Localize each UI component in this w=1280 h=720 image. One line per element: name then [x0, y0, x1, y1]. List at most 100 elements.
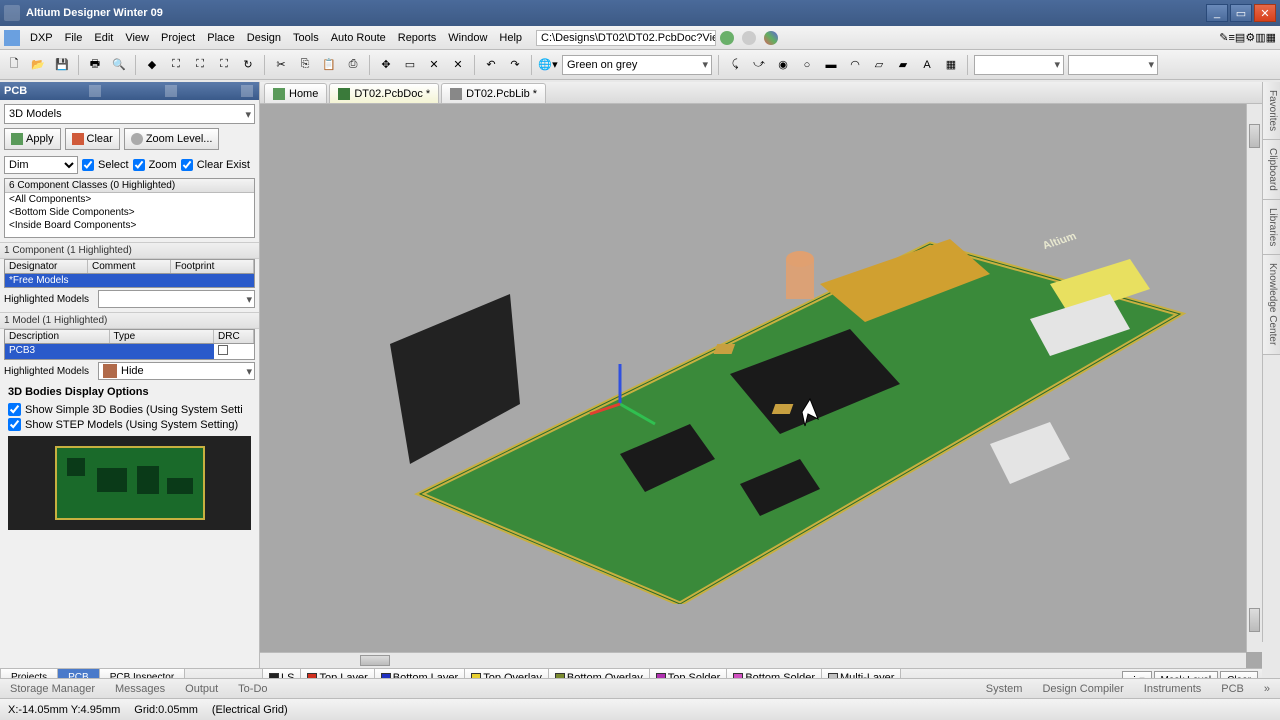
zoomfit-icon[interactable]: ⛶ — [166, 55, 186, 75]
status-output[interactable]: Output — [175, 681, 228, 697]
size-combo[interactable] — [1068, 55, 1158, 75]
dim-select[interactable]: Dim — [4, 156, 78, 174]
browse-icon[interactable]: 🌐▾ — [538, 55, 558, 75]
chevron-icon[interactable]: » — [1254, 681, 1280, 697]
tab-pcblib[interactable]: DT02.PcbLib * — [441, 83, 546, 103]
menu-instruments[interactable]: Instruments — [1134, 681, 1211, 697]
tool-r5-icon[interactable]: ▥ — [1255, 31, 1265, 44]
clear-button[interactable]: Clear — [65, 128, 120, 150]
scroll-thumb[interactable] — [360, 655, 390, 666]
classes-listbox[interactable]: 6 Component Classes (0 Highlighted) <All… — [4, 178, 255, 238]
panel-mode-combo[interactable]: 3D Models — [4, 104, 255, 124]
open-icon[interactable]: 📂 — [28, 55, 48, 75]
text-icon[interactable]: A — [917, 55, 937, 75]
vtab-knowledge[interactable]: Knowledge Center — [1263, 255, 1280, 354]
highlighted-models-combo[interactable] — [98, 290, 255, 308]
board-preview[interactable] — [8, 436, 251, 530]
refresh-icon[interactable]: ↻ — [238, 55, 258, 75]
tool-r6-icon[interactable]: ▦ — [1266, 31, 1276, 44]
vtab-clipboard[interactable]: Clipboard — [1263, 140, 1280, 200]
menu-reports[interactable]: Reports — [392, 30, 443, 46]
pad-icon[interactable]: ○ — [797, 55, 817, 75]
panel-pin-icon[interactable] — [165, 85, 177, 97]
simple3d-check[interactable] — [8, 403, 21, 416]
undo-icon[interactable]: ↶ — [481, 55, 501, 75]
panel-close-icon[interactable] — [241, 85, 253, 97]
cut-icon[interactable]: ✂ — [271, 55, 291, 75]
route2-icon[interactable]: ⤻ — [749, 55, 769, 75]
zoom-check[interactable] — [133, 159, 145, 171]
copy-icon[interactable]: ⎘ — [295, 55, 315, 75]
menu-system[interactable]: System — [976, 681, 1033, 697]
col-designator[interactable]: Designator — [5, 260, 88, 273]
print-icon[interactable]: 🖶 — [85, 55, 105, 75]
components-table-row[interactable]: *Free Models — [4, 274, 255, 288]
menu-window[interactable]: Window — [442, 30, 493, 46]
scroll-thumb[interactable] — [1249, 124, 1260, 148]
doc-path-field[interactable]: C:\Designs\DT02\DT02.PcbDoc?ViewN — [536, 30, 716, 46]
nav-fwd-icon[interactable] — [742, 31, 756, 45]
menu-autoroute[interactable]: Auto Route — [325, 30, 392, 46]
status-todo[interactable]: To-Do — [228, 681, 277, 697]
horizontal-scrollbar[interactable] — [260, 652, 1246, 668]
nav-home-icon[interactable] — [764, 31, 778, 45]
via-icon[interactable]: ◉ — [773, 55, 793, 75]
col-type[interactable]: Type — [110, 330, 215, 343]
select-check[interactable] — [82, 159, 94, 171]
models-table-row[interactable]: PCB3 — [4, 344, 255, 360]
class-item[interactable]: <All Components> — [5, 193, 254, 206]
fill-icon[interactable]: ▬ — [821, 55, 841, 75]
class-item[interactable]: <Inside Board Components> — [5, 219, 254, 232]
maximize-button[interactable]: ▭ — [1230, 4, 1252, 22]
arc-icon[interactable]: ◠ — [845, 55, 865, 75]
col-comment[interactable]: Comment — [88, 260, 171, 273]
menu-project[interactable]: Project — [155, 30, 201, 46]
menu-pcb-status[interactable]: PCB — [1211, 681, 1254, 697]
class-item[interactable]: <Bottom Side Components> — [5, 206, 254, 219]
menu-tools[interactable]: Tools — [287, 30, 325, 46]
status-messages[interactable]: Messages — [105, 681, 175, 697]
layers-icon[interactable]: ◆ — [142, 55, 162, 75]
3d-viewport[interactable]: Altium — [260, 104, 1262, 668]
vertical-scrollbar[interactable] — [1246, 104, 1262, 652]
tool-r3-icon[interactable]: ▤ — [1235, 31, 1245, 44]
menu-view[interactable]: View — [119, 30, 155, 46]
paste-icon[interactable]: 📋 — [319, 55, 339, 75]
deselect-icon[interactable]: ✕ — [448, 55, 468, 75]
col-footprint[interactable]: Footprint — [171, 260, 254, 273]
redo-icon[interactable]: ↷ — [505, 55, 525, 75]
poly-icon[interactable]: ▱ — [869, 55, 889, 75]
zoomlevel-button[interactable]: Zoom Level... — [124, 128, 220, 150]
zoomarea-icon[interactable]: ⛶ — [190, 55, 210, 75]
stamp-icon[interactable]: ⎙ — [343, 55, 363, 75]
tab-home[interactable]: Home — [264, 83, 327, 103]
poly2-icon[interactable]: ▰ — [893, 55, 913, 75]
save-icon[interactable]: 💾 — [52, 55, 72, 75]
minimize-button[interactable]: _ — [1206, 4, 1228, 22]
zoomsel-icon[interactable]: ⛶ — [214, 55, 234, 75]
font-combo[interactable] — [974, 55, 1064, 75]
array-icon[interactable]: ▦ — [941, 55, 961, 75]
menu-dxp[interactable]: DXP — [24, 30, 59, 46]
menu-file[interactable]: File — [59, 30, 89, 46]
tab-pcbdoc[interactable]: DT02.PcbDoc * — [329, 83, 439, 103]
move-icon[interactable]: ✥ — [376, 55, 396, 75]
col-description[interactable]: Description — [5, 330, 110, 343]
vtab-libraries[interactable]: Libraries — [1263, 200, 1280, 255]
color-preset-combo[interactable]: Green on grey — [562, 55, 712, 75]
clearexist-check[interactable] — [181, 159, 193, 171]
route-icon[interactable]: ⤹ — [725, 55, 745, 75]
dxp-icon[interactable] — [4, 30, 20, 46]
tool-r4-icon[interactable]: ⚙ — [1245, 31, 1255, 44]
preview-icon[interactable]: 🔍 — [109, 55, 129, 75]
new-icon[interactable]: 🗋 — [4, 55, 24, 75]
highlighted-models-combo-2[interactable]: Hide — [98, 362, 255, 380]
menu-help[interactable]: Help — [493, 30, 528, 46]
nav-back-icon[interactable] — [720, 31, 734, 45]
step-check[interactable] — [8, 418, 21, 431]
menu-designcompiler[interactable]: Design Compiler — [1032, 681, 1133, 697]
status-storage[interactable]: Storage Manager — [0, 681, 105, 697]
col-drc[interactable]: DRC — [214, 330, 254, 343]
close-button[interactable]: ✕ — [1254, 4, 1276, 22]
tool-r1-icon[interactable]: ✎ — [1219, 31, 1228, 44]
